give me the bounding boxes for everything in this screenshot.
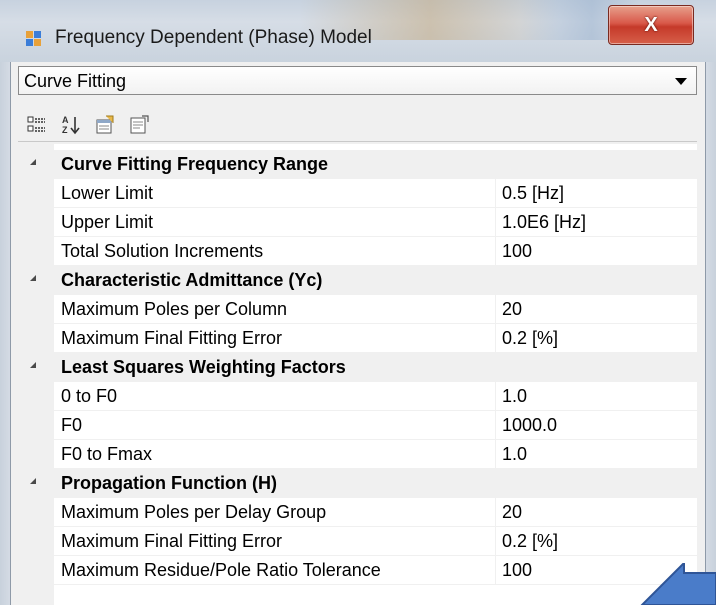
property-category-row[interactable]: Propagation Function (H): [18, 469, 697, 498]
property-name: Maximum Final Fitting Error: [61, 531, 283, 551]
row-divider: [54, 584, 697, 585]
property-name: 0 to F0: [61, 386, 118, 406]
property-name: F0: [61, 415, 83, 435]
column-divider: [495, 208, 496, 237]
property-row[interactable]: 0 to F0 1.0: [18, 382, 697, 411]
property-value[interactable]: 1.0: [502, 444, 527, 465]
property-name: Maximum Poles per Column: [61, 299, 288, 319]
property-row[interactable]: Maximum Residue/Pole Ratio Tolerance 100: [18, 556, 697, 585]
property-value[interactable]: 20: [502, 502, 522, 523]
collapse-triangle-icon[interactable]: [30, 275, 36, 281]
alphabetical-icon[interactable]: A Z: [60, 114, 82, 136]
property-pages-icon[interactable]: [94, 114, 116, 136]
property-category-row[interactable]: Least Squares Weighting Factors: [18, 353, 697, 382]
column-divider: [495, 411, 496, 440]
property-name: Maximum Poles per Delay Group: [61, 502, 327, 522]
collapse-triangle-icon[interactable]: [30, 362, 36, 368]
property-category-row[interactable]: Curve Fitting Frequency Range: [18, 150, 697, 179]
property-name: Maximum Residue/Pole Ratio Tolerance: [61, 560, 381, 580]
blue-arrow-annotation: [640, 563, 716, 605]
app-icon[interactable]: [26, 31, 42, 47]
collapse-triangle-icon[interactable]: [30, 159, 36, 165]
property-value[interactable]: 1.0: [502, 386, 527, 407]
close-button[interactable]: X: [608, 5, 694, 45]
property-value[interactable]: 0.2 [%]: [502, 531, 558, 552]
property-value[interactable]: 0.2 [%]: [502, 328, 558, 349]
dropdown-selected-value: Curve Fitting: [24, 71, 127, 91]
property-name: Lower Limit: [61, 183, 154, 203]
column-divider: [495, 179, 496, 208]
window-frame-right: [706, 62, 716, 605]
property-row[interactable]: Maximum Final Fitting Error 0.2 [%]: [18, 324, 697, 353]
property-row[interactable]: F0 1000.0: [18, 411, 697, 440]
property-category-row[interactable]: Characteristic Admittance (Yc): [18, 266, 697, 295]
property-row[interactable]: Maximum Final Fitting Error 0.2 [%]: [18, 527, 697, 556]
property-value[interactable]: 100: [502, 560, 532, 581]
property-grid-toolbar: A Z: [18, 106, 697, 142]
property-row[interactable]: F0 to Fmax 1.0: [18, 440, 697, 469]
property-value[interactable]: 1.0E6 [Hz]: [502, 212, 586, 233]
column-divider: [495, 324, 496, 353]
column-divider: [495, 382, 496, 411]
property-grid: Curve Fitting Frequency Range Lower Limit…: [18, 144, 697, 605]
column-divider: [495, 498, 496, 527]
property-value[interactable]: 1000.0: [502, 415, 557, 436]
category-label: Least Squares Weighting Factors: [61, 357, 346, 377]
property-row[interactable]: Maximum Poles per Column 20: [18, 295, 697, 324]
property-row[interactable]: Upper Limit 1.0E6 [Hz]: [18, 208, 697, 237]
events-icon[interactable]: [128, 114, 150, 136]
title-bar[interactable]: Frequency Dependent (Phase) Model X: [0, 0, 716, 62]
column-divider: [495, 295, 496, 324]
window-title: Frequency Dependent (Phase) Model: [55, 27, 372, 48]
property-name: Total Solution Increments: [61, 241, 264, 261]
property-value[interactable]: 20: [502, 299, 522, 320]
property-row[interactable]: Maximum Poles per Delay Group 20: [18, 498, 697, 527]
category-label: Characteristic Admittance (Yc): [61, 270, 323, 290]
category-label: Curve Fitting Frequency Range: [61, 154, 329, 174]
property-name: F0 to Fmax: [61, 444, 153, 464]
column-divider: [495, 527, 496, 556]
property-name: Upper Limit: [61, 212, 154, 232]
collapse-triangle-icon[interactable]: [30, 478, 36, 484]
object-selector-dropdown[interactable]: Curve Fitting: [18, 66, 697, 95]
property-row[interactable]: Total Solution Increments 100: [18, 237, 697, 266]
svg-text:Z: Z: [62, 125, 68, 135]
dialog-window: Frequency Dependent (Phase) Model X Curv…: [0, 0, 716, 605]
window-frame-left: [0, 62, 10, 605]
column-divider: [495, 237, 496, 266]
property-row[interactable]: Lower Limit 0.5 [Hz]: [18, 179, 697, 208]
category-label: Propagation Function (H): [61, 473, 277, 493]
column-divider: [495, 556, 496, 585]
property-value[interactable]: 100: [502, 241, 532, 262]
chevron-down-icon[interactable]: [675, 78, 687, 85]
svg-text:A: A: [62, 115, 69, 125]
property-value[interactable]: 0.5 [Hz]: [502, 183, 564, 204]
property-name: Maximum Final Fitting Error: [61, 328, 283, 348]
column-divider: [495, 440, 496, 469]
categorized-icon[interactable]: [26, 114, 48, 136]
